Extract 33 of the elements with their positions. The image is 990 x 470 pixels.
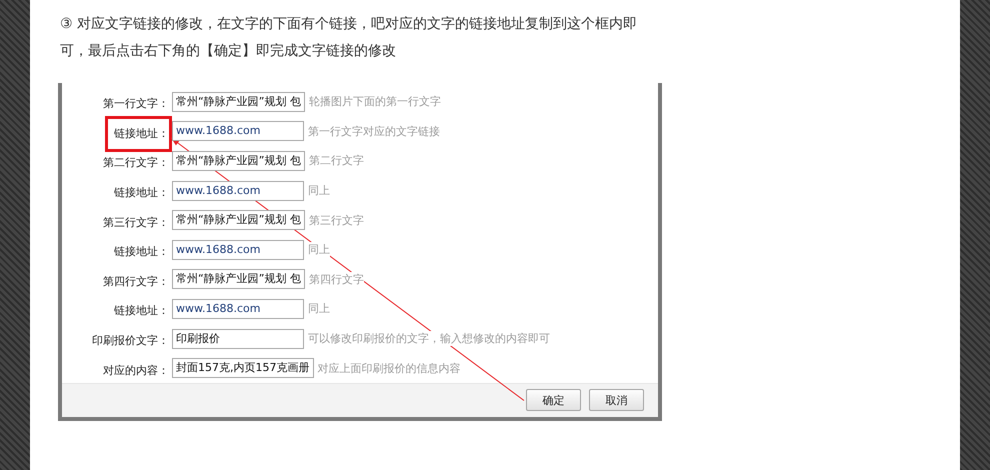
input-field[interactable]: www.1688.com <box>172 180 304 201</box>
field-label: 第一行文字： <box>102 96 170 112</box>
confirm-button[interactable]: 确定 <box>526 389 581 412</box>
hint-text: 可以修改印刷报价的文字，输入想修改的内容即可 <box>308 331 550 346</box>
input-field[interactable]: 常州“静脉产业园”规划 包 <box>172 92 305 112</box>
field-label: 对应的内容： <box>102 362 170 379</box>
instruction-text: ③ 对应文字链接的修改，在文字的下面有个链接，吧对应的文字的链接地址复制到这个框内即可，最后点击右下角的【确定】即完成文字链接的修改 <box>60 15 638 61</box>
field-label: 第四行文字： <box>102 274 170 290</box>
input-field[interactable]: www.1688.com <box>172 240 304 260</box>
input-field[interactable]: 常州“静脉产业园”规划 包 <box>172 150 305 171</box>
field-label: 链接地址： <box>105 116 172 152</box>
hint-text: 同上 <box>308 301 330 316</box>
field-label: 第三行文字： <box>102 214 170 231</box>
input-field[interactable]: 常州“静脉产业园”规划 包 <box>172 210 305 230</box>
hint-text: 第二行文字 <box>308 153 364 168</box>
hint-text: 第一行文字对应的文字链接 <box>308 124 440 139</box>
hint-text: 第四行文字 <box>308 272 364 287</box>
input-field[interactable]: 印刷报价 <box>172 328 304 349</box>
field-label: 链接地址： <box>113 244 170 260</box>
input-field[interactable]: www.1688.com <box>172 121 304 142</box>
hint-text: 同上 <box>308 242 330 258</box>
cancel-button[interactable]: 取消 <box>589 389 644 412</box>
field-label: 第二行文字： <box>102 155 170 172</box>
input-field[interactable]: 封面157克,内页157克画册 <box>172 358 314 378</box>
input-field[interactable]: www.1688.com <box>172 298 304 319</box>
field-label: 链接地址： <box>113 303 170 320</box>
field-label: 印刷报价文字： <box>91 333 170 350</box>
hint-text: 轮播图片下面的第一行文字 <box>308 94 441 110</box>
hint-text: 对应上面印刷报价的信息内容 <box>318 360 460 376</box>
input-field[interactable]: 常州“静脉产业园”规划 包 <box>172 269 305 290</box>
hint-text: 第三行文字 <box>308 212 364 228</box>
field-label: 链接地址： <box>113 185 170 202</box>
hint-text: 同上 <box>308 183 330 198</box>
